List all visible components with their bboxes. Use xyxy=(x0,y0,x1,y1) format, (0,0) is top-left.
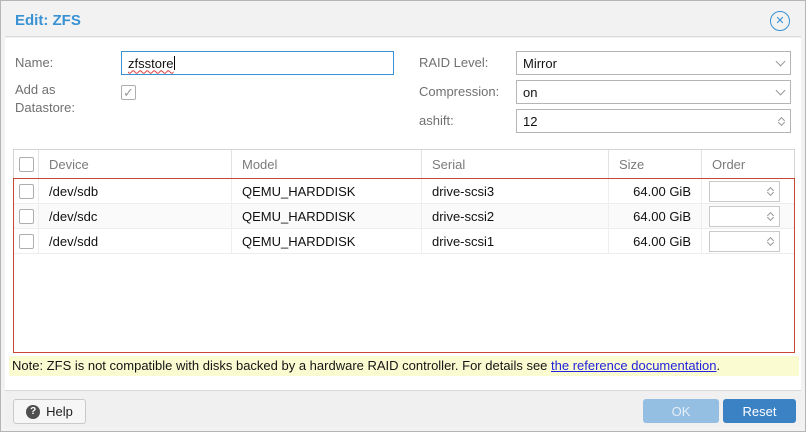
compression-value: on xyxy=(523,85,777,100)
table-row[interactable]: /dev/sdb QEMU_HARDDISK drive-scsi3 64.00… xyxy=(14,179,794,204)
row-checkbox[interactable] xyxy=(19,234,34,249)
dialog-footer: ? Help OK Reset xyxy=(5,390,801,427)
close-icon[interactable]: ✕ xyxy=(770,11,790,31)
help-button[interactable]: ? Help xyxy=(13,399,86,424)
ok-button[interactable]: OK xyxy=(643,399,719,423)
note-text-end: . xyxy=(717,358,721,373)
column-header-order[interactable]: Order xyxy=(702,150,794,178)
dialog-titlebar: Edit: ZFS ✕ xyxy=(5,5,801,37)
model-cell: QEMU_HARDDISK xyxy=(232,204,422,228)
add-as-datastore-label: Add as Datastore: xyxy=(15,81,101,117)
column-header-model[interactable]: Model xyxy=(232,150,422,178)
row-checkbox-cell xyxy=(14,179,39,203)
chevron-down-icon[interactable] xyxy=(776,85,786,95)
order-spinner[interactable] xyxy=(709,231,780,252)
column-header-size[interactable]: Size xyxy=(609,150,702,178)
help-icon: ? xyxy=(26,405,40,419)
row-checkbox-cell xyxy=(14,229,39,253)
size-cell: 64.00 GiB xyxy=(609,229,702,253)
edit-zfs-dialog: Edit: ZFS ✕ Name: zfsstore Add as Datast… xyxy=(0,0,806,432)
disk-table-header: Device Model Serial Size Order xyxy=(13,149,795,178)
row-checkbox[interactable] xyxy=(19,184,34,199)
device-cell: /dev/sdd xyxy=(39,229,232,253)
order-spinner[interactable] xyxy=(709,181,780,202)
serial-cell: drive-scsi2 xyxy=(422,204,609,228)
ashift-spinner[interactable]: 12 xyxy=(516,109,791,133)
name-value: zfsstore xyxy=(128,56,174,71)
ashift-label: ashift: xyxy=(419,109,454,133)
table-row[interactable]: /dev/sdc QEMU_HARDDISK drive-scsi2 64.00… xyxy=(14,204,794,229)
name-label: Name: xyxy=(15,51,53,75)
checkmark-icon: ✓ xyxy=(123,85,134,100)
compression-label: Compression: xyxy=(419,80,499,104)
order-cell xyxy=(702,204,794,228)
serial-cell: drive-scsi3 xyxy=(422,179,609,203)
raid-level-value: Mirror xyxy=(523,56,777,71)
order-cell xyxy=(702,179,794,203)
help-button-label: Help xyxy=(46,404,73,419)
model-cell: QEMU_HARDDISK xyxy=(232,229,422,253)
ashift-value: 12 xyxy=(523,114,779,129)
device-cell: /dev/sdb xyxy=(39,179,232,203)
size-cell: 64.00 GiB xyxy=(609,204,702,228)
order-spinner[interactable] xyxy=(709,206,780,227)
chevron-down-icon[interactable] xyxy=(776,56,786,66)
add-as-datastore-checkbox[interactable]: ✓ xyxy=(121,85,136,100)
compression-select[interactable]: on xyxy=(516,80,791,104)
note-text: Note: ZFS is not compatible with disks b… xyxy=(12,358,551,373)
column-header-device[interactable]: Device xyxy=(39,150,232,178)
column-header-serial[interactable]: Serial xyxy=(422,150,609,178)
name-input[interactable]: zfsstore xyxy=(121,51,394,75)
order-cell xyxy=(702,229,794,253)
model-cell: QEMU_HARDDISK xyxy=(232,179,422,203)
text-caret xyxy=(174,56,175,70)
device-cell: /dev/sdc xyxy=(39,204,232,228)
disk-table-body: /dev/sdb QEMU_HARDDISK drive-scsi3 64.00… xyxy=(13,178,795,353)
serial-cell: drive-scsi1 xyxy=(422,229,609,253)
row-checkbox[interactable] xyxy=(19,209,34,224)
dialog-title: Edit: ZFS xyxy=(15,5,81,36)
row-checkbox-cell xyxy=(14,204,39,228)
table-row[interactable]: /dev/sdd QEMU_HARDDISK drive-scsi1 64.00… xyxy=(14,229,794,254)
reference-documentation-link[interactable]: the reference documentation xyxy=(551,358,717,373)
select-all-checkbox[interactable] xyxy=(19,157,34,172)
select-all-checkbox-cell xyxy=(14,150,39,178)
raid-level-label: RAID Level: xyxy=(419,51,488,75)
size-cell: 64.00 GiB xyxy=(609,179,702,203)
zfs-raid-note: Note: ZFS is not compatible with disks b… xyxy=(9,356,799,376)
raid-level-select[interactable]: Mirror xyxy=(516,51,791,75)
reset-button[interactable]: Reset xyxy=(723,399,796,423)
